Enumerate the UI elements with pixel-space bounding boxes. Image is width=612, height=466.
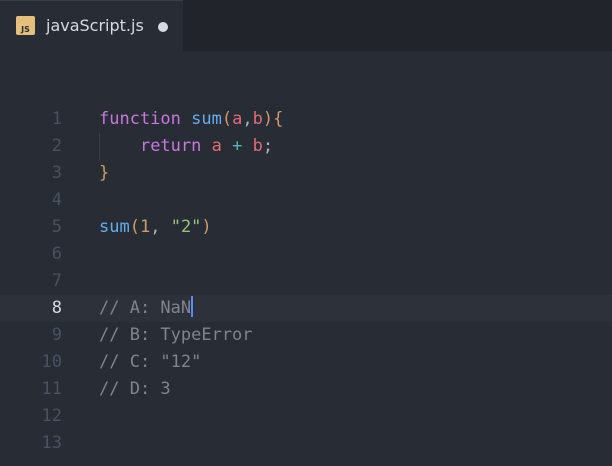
line-number: 7 <box>51 271 62 291</box>
code-token: // A: NaN <box>99 298 192 318</box>
code-token: { <box>273 109 284 129</box>
code-line[interactable]: 5 sum(1, "2") <box>0 214 612 241</box>
line-number: 6 <box>51 244 62 264</box>
line-number: 11 <box>41 379 62 399</box>
code-token: ; <box>262 136 274 156</box>
text-cursor <box>191 296 194 317</box>
line-number: 13 <box>41 433 62 453</box>
code-line[interactable]: 13 <box>0 430 612 457</box>
code-line[interactable]: 11 // D: 3 <box>0 376 612 403</box>
code-token: return <box>139 136 202 156</box>
line-number: 5 <box>51 217 62 237</box>
tab-bar: JS javaScript.js <box>0 0 612 51</box>
code-token: b <box>252 136 263 156</box>
code-token: // D: 3 <box>99 379 171 399</box>
code-token: ( <box>129 217 140 237</box>
code-token: // B: TypeError <box>99 325 253 345</box>
line-number: 10 <box>41 352 62 372</box>
indent-guide <box>99 133 100 160</box>
tab-title: javaScript.js <box>46 16 144 35</box>
code-token: } <box>99 163 110 183</box>
line-number: 1 <box>51 109 62 129</box>
code-line[interactable]: 4 <box>0 187 612 214</box>
code-line[interactable]: 6 <box>0 241 612 268</box>
js-icon-label: JS <box>21 25 30 34</box>
code-editor[interactable]: 1 function sum(a,b){2 return a + b; 3} 4 5 su… <box>0 51 612 466</box>
code-line[interactable]: 12 <box>0 403 612 430</box>
code-line[interactable]: 9 // B: TypeError <box>0 322 612 349</box>
code-token: sum <box>99 217 130 237</box>
code-token: + <box>232 136 243 156</box>
line-number: 3 <box>51 163 62 183</box>
code-line[interactable]: 7 <box>0 268 612 295</box>
code-text: } <box>99 160 109 187</box>
code-token: a <box>211 136 222 156</box>
code-line[interactable]: 1 function sum(a,b){ <box>0 106 612 133</box>
code-token: 1 <box>139 217 151 237</box>
line-number: 12 <box>41 406 62 426</box>
code-line[interactable]: 10 // C: "12" <box>0 349 612 376</box>
code-token: sum <box>191 109 222 129</box>
line-number: 4 <box>51 190 62 210</box>
line-number: 8 <box>51 298 62 318</box>
code-text: function sum(a,b){ <box>99 106 283 133</box>
code-token: , <box>242 109 253 129</box>
code-line[interactable]: 8 // A: NaN <box>0 295 612 322</box>
code-token: ( <box>221 109 233 129</box>
code-line[interactable]: 2 return a + b; <box>0 133 612 160</box>
unsaved-dot-icon[interactable] <box>158 22 168 32</box>
code-text: // C: "12" <box>99 349 201 376</box>
code-token: // C: "12" <box>99 352 202 372</box>
code-text: // D: 3 <box>99 376 171 403</box>
code-token: "2" <box>170 217 202 237</box>
code-line[interactable]: 3} <box>0 160 612 187</box>
code-token: function <box>99 109 181 129</box>
code-token: a <box>232 109 243 129</box>
code-token: ) <box>262 109 274 129</box>
code-token: , <box>150 217 171 237</box>
code-token: ) <box>201 217 212 237</box>
code-token: b <box>252 109 263 129</box>
code-text: // B: TypeError <box>99 322 253 349</box>
code-text: // A: NaN <box>99 295 194 322</box>
javascript-file-icon: JS <box>16 16 35 35</box>
code-text: sum(1, "2") <box>99 214 212 241</box>
line-number: 2 <box>51 136 62 156</box>
line-number: 9 <box>51 325 62 345</box>
tab-javascript-file[interactable]: JS javaScript.js <box>0 0 183 51</box>
code-text: return a + b; <box>99 133 273 160</box>
